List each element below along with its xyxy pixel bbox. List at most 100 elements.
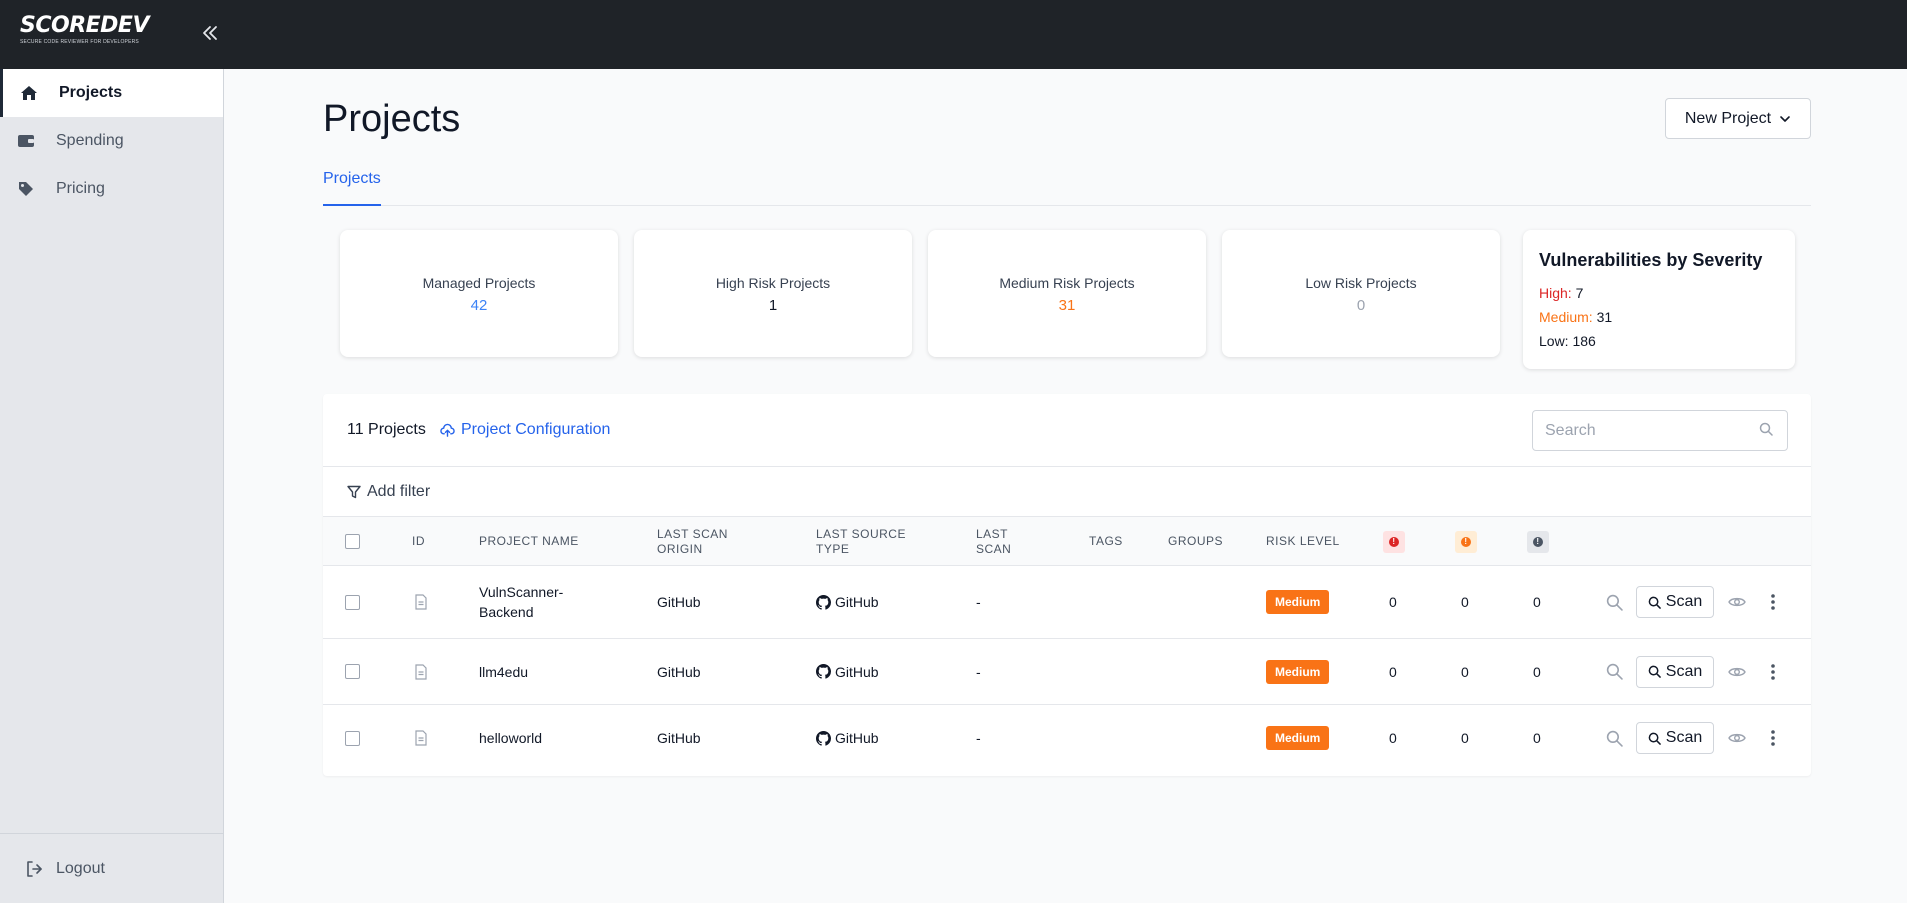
magnifier-icon: [1606, 594, 1623, 611]
tag-icon: [16, 179, 36, 199]
scan-button[interactable]: Scan: [1636, 639, 1714, 704]
risk-level: Medium: [1266, 705, 1330, 771]
stat-value: 31: [1058, 297, 1076, 314]
sidebar-item-spending[interactable]: Spending: [0, 117, 223, 165]
stat-card-managed: Managed Projects 42: [340, 230, 618, 357]
last-scan-origin: GitHub: [657, 730, 701, 746]
stat-value: 1: [768, 297, 778, 314]
search-icon: [1759, 422, 1773, 436]
last-scan: -: [976, 594, 981, 610]
low-count: 0: [1533, 730, 1541, 746]
column-groups[interactable]: GROUPS: [1168, 517, 1223, 566]
source-type-label: GitHub: [835, 663, 879, 680]
add-filter-button[interactable]: Add filter: [323, 467, 1811, 517]
high-count: 0: [1389, 594, 1397, 610]
high-severity-icon: !: [1389, 536, 1399, 547]
scan-button[interactable]: Scan: [1636, 705, 1714, 771]
file-icon: [414, 566, 428, 638]
scan-label: Scan: [1665, 593, 1703, 610]
last-source-type: GitHub: [816, 566, 879, 638]
github-icon: [816, 664, 831, 679]
severity-high: High: 7: [1539, 281, 1779, 305]
select-all-checkbox[interactable]: [345, 517, 360, 566]
stat-card-low-risk: Low Risk Projects 0: [1222, 230, 1500, 357]
table-row[interactable]: helloworld GitHub GitHub - Medium 0 0 0 …: [323, 705, 1811, 771]
column-last-scan[interactable]: LAST SCAN: [976, 517, 1026, 566]
row-checkbox[interactable]: [345, 705, 360, 771]
last-scan: -: [976, 663, 981, 680]
more-vertical-icon: [1771, 594, 1775, 610]
cloud-upload-icon: [440, 423, 455, 437]
view-results-button[interactable]: [1602, 566, 1626, 638]
stat-label: Medium Risk Projects: [999, 275, 1135, 291]
add-filter-label: Add filter: [367, 482, 431, 500]
column-medium-severity[interactable]: !: [1455, 517, 1477, 566]
column-high-severity[interactable]: !: [1383, 517, 1405, 566]
logout-icon: [24, 859, 44, 879]
project-name[interactable]: VulnScanner-Backend: [479, 566, 589, 638]
severity-high-label: High:: [1539, 285, 1572, 301]
more-vertical-icon: [1771, 663, 1775, 680]
severity-medium-label: Medium:: [1539, 309, 1593, 325]
project-name[interactable]: llm4edu: [479, 639, 528, 704]
column-risk-level[interactable]: RISK LEVEL: [1266, 517, 1340, 566]
search-icon: [1648, 596, 1661, 609]
more-options-button[interactable]: [1761, 566, 1785, 638]
last-scan-origin: GitHub: [657, 594, 701, 610]
search-input[interactable]: [1532, 410, 1788, 451]
project-name[interactable]: helloworld: [479, 705, 542, 771]
severity-low: Low: 186: [1539, 329, 1779, 353]
tab-projects[interactable]: Projects: [323, 166, 381, 206]
column-last-scan-origin[interactable]: LAST SCAN ORIGIN: [657, 517, 737, 566]
scan-button[interactable]: Scan: [1636, 566, 1714, 638]
more-options-button[interactable]: [1761, 705, 1785, 771]
column-last-source-type[interactable]: LAST SOURCE TYPE: [816, 517, 906, 566]
scoredev-logo[interactable]: SCOREDEV SECURE CODE REVIEWER FOR DEVELO…: [20, 14, 155, 48]
home-icon: [19, 83, 39, 103]
scan-label: Scan: [1665, 662, 1703, 680]
tab-bar: Projects: [323, 166, 1811, 206]
high-count: 0: [1389, 730, 1397, 746]
risk-level: Medium: [1266, 639, 1330, 704]
low-severity-icon: !: [1533, 536, 1543, 547]
row-checkbox[interactable]: [345, 566, 360, 638]
sidebar-item-label: Pricing: [56, 180, 105, 197]
stat-label: Managed Projects: [422, 275, 536, 291]
column-project-name[interactable]: PROJECT NAME: [479, 517, 579, 566]
projects-table-card: 11 Projects Project Configuration Add fi…: [323, 394, 1811, 776]
column-id[interactable]: ID: [412, 517, 425, 566]
severity-high-value: 7: [1575, 285, 1584, 301]
column-low-severity[interactable]: !: [1527, 517, 1549, 566]
source-type-label: GitHub: [835, 594, 879, 610]
column-tags[interactable]: TAGS: [1089, 517, 1123, 566]
view-results-button[interactable]: [1602, 639, 1626, 704]
project-configuration-label: Project Configuration: [461, 421, 611, 438]
preview-button[interactable]: [1725, 639, 1749, 704]
logo-text: SCOREDEV: [20, 13, 149, 38]
stat-label: High Risk Projects: [715, 275, 831, 291]
risk-level: Medium: [1266, 566, 1330, 638]
row-checkbox[interactable]: [345, 639, 360, 704]
last-scan: -: [976, 730, 981, 746]
more-options-button[interactable]: [1761, 639, 1785, 704]
sidebar-item-projects[interactable]: Projects: [0, 69, 223, 117]
more-vertical-icon: [1771, 730, 1775, 746]
wallet-icon: [16, 131, 36, 151]
logout-button[interactable]: Logout: [0, 833, 223, 903]
scan-label: Scan: [1665, 729, 1703, 746]
stat-value: 0: [1356, 297, 1366, 314]
collapse-sidebar-button[interactable]: [196, 18, 224, 48]
eye-icon: [1728, 733, 1746, 743]
table-row[interactable]: VulnScanner-Backend GitHub GitHub - Medi…: [323, 566, 1811, 639]
new-project-button[interactable]: New Project: [1665, 98, 1811, 139]
medium-count: 0: [1461, 730, 1469, 746]
preview-button[interactable]: [1725, 705, 1749, 771]
last-source-type: GitHub: [816, 639, 879, 704]
risk-badge: Medium: [1266, 590, 1330, 614]
view-results-button[interactable]: [1602, 705, 1626, 771]
sidebar-item-pricing[interactable]: Pricing: [0, 165, 223, 213]
preview-button[interactable]: [1725, 566, 1749, 638]
project-configuration-link[interactable]: Project Configuration: [440, 421, 610, 439]
medium-severity-icon: !: [1461, 536, 1471, 547]
table-row[interactable]: llm4edu GitHub GitHub - Medium 0 0 0 Sca…: [323, 639, 1811, 705]
